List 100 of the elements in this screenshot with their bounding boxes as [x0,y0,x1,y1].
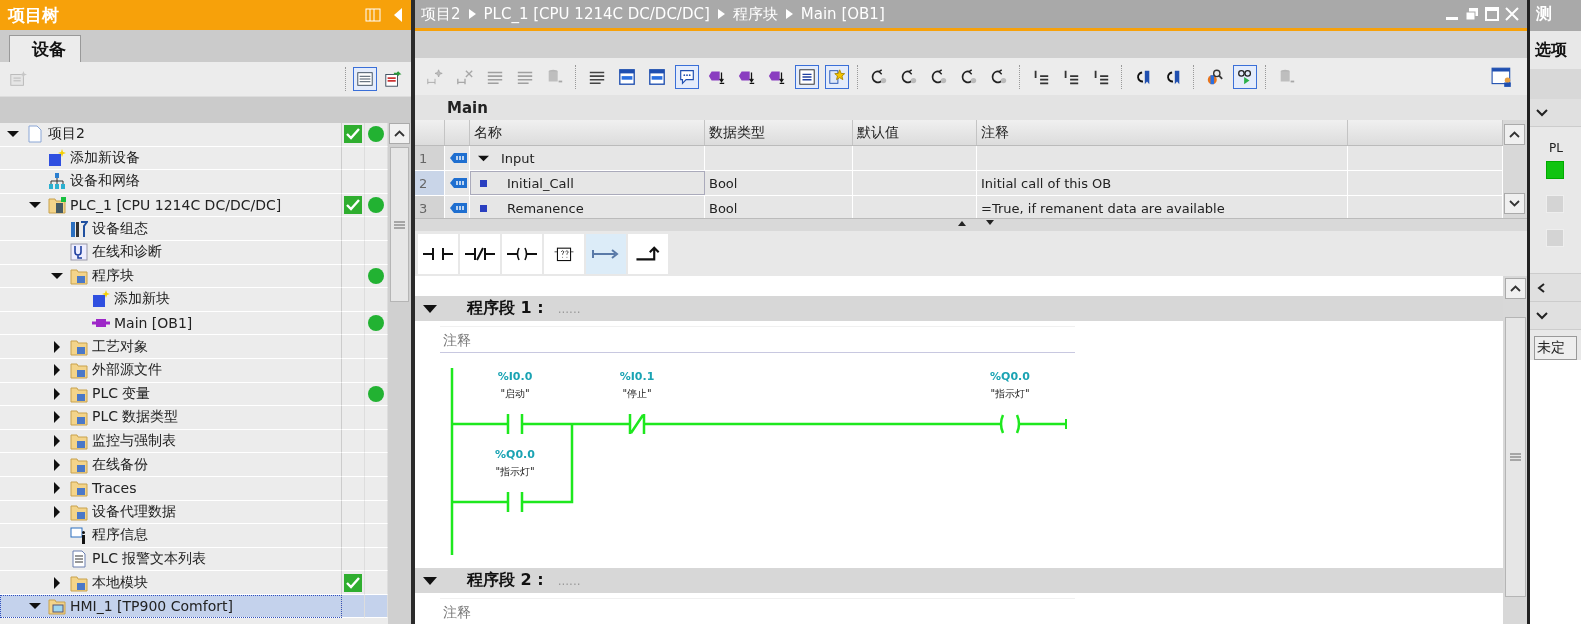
section-title: 选项 [1535,39,1567,61]
status-dot [368,385,384,402]
operand-tag: "指示灯" [990,388,1030,399]
dropdown-field[interactable]: 未定 [1534,336,1577,360]
tree-item[interactable]: 添加新块 [0,288,342,312]
panel-title: 项目树 [8,3,60,27]
toolbar-button[interactable] [675,64,699,89]
tree-item[interactable]: Main [OB1] [0,311,342,336]
network-header[interactable]: 程序段 1 : ...... [415,296,1503,321]
chevron-up-icon [1509,285,1521,292]
tree-item[interactable]: 程序块 [0,264,342,289]
toolbar-button[interactable] [1233,64,1257,89]
scroll-thumb[interactable] [1504,317,1526,597]
network-header[interactable]: 程序段 2 : ...... [415,568,1503,593]
tree-item[interactable]: 在线备份 [0,453,342,477]
scroll-thumb[interactable] [390,147,409,302]
chevron-down-icon[interactable] [1536,107,1548,118]
collapsed-triangle-icon[interactable] [51,482,63,495]
row-number[interactable]: 3 [415,196,445,220]
folder-icon [70,502,88,521]
collapsed-triangle-icon[interactable] [51,435,63,447]
column-header[interactable]: 注释 [977,120,1348,145]
tree-item[interactable]: 添加新设备 [0,146,342,171]
new-item-icon [92,290,110,309]
tree-item[interactable]: 设备代理数据 [0,500,342,525]
tree-item[interactable]: HMI_1 [TP900 Comfort] [0,594,342,619]
tree-item[interactable]: 工艺对象 [0,335,342,359]
collapsed-triangle-icon[interactable] [51,364,63,377]
folder-icon [70,361,88,380]
arrow-icon [930,67,948,86]
grip-icon [394,220,405,229]
arrow-icon [900,67,918,86]
page-icon [26,125,44,144]
info-icon [70,526,88,545]
tree-item[interactable]: 设备组态 [0,217,342,241]
status-dot [368,267,384,284]
toolbar-button[interactable] [795,64,819,89]
sparkle-icon [426,67,444,86]
column-header[interactable]: 名称 [470,120,705,145]
expanded-triangle-icon[interactable] [423,575,437,586]
triangle-down-icon[interactable] [983,219,997,227]
collapsed-triangle-icon[interactable] [51,458,63,471]
bullet-icon [480,179,487,187]
block-title: Main [447,98,488,117]
ladder-tool-button[interactable] [544,233,584,274]
tree-item[interactable]: Traces [0,476,342,501]
tab[interactable]: 设备 [9,35,81,62]
tree-item[interactable]: PLC_1 [CPU 1214C DC/DC/DC] [0,193,342,218]
operand-tag: "指示灯" [495,466,535,477]
tree-item[interactable]: 外部源文件 [0,358,342,383]
expanded-triangle-icon[interactable] [423,303,437,314]
row-number[interactable]: 2 [415,171,445,195]
chevron-down-icon [1509,200,1520,207]
collapsed-triangle-icon[interactable] [51,576,63,589]
tree-item[interactable]: 程序信息 [0,524,342,548]
folder-icon [70,384,88,403]
triangle-up-icon[interactable] [955,219,969,227]
tree-item[interactable]: 设备和网络 [0,170,342,194]
ladder-tool-button[interactable] [502,233,542,274]
tag-icon [449,176,469,190]
collapsed-triangle-icon[interactable] [51,411,63,424]
tree-item[interactable]: PLC 变量 [0,382,342,407]
collapsed-triangle-icon[interactable] [51,387,63,400]
scroll-up-button[interactable] [389,123,410,144]
network-name: ...... [557,573,581,588]
tag-icon [449,151,469,165]
comment-field[interactable]: 注释 [440,326,1075,353]
scroll-down-button[interactable] [1504,193,1525,214]
ladder-tool-button[interactable] [628,233,668,274]
tree-item[interactable]: PLC 报警文本列表 [0,547,342,572]
folder-device-icon [48,196,66,215]
column-header[interactable]: 默认值 [853,120,977,145]
tree-item[interactable]: 监控与强制表 [0,429,342,454]
field-label: PL [1548,140,1564,157]
closed-contact-icon [465,245,495,262]
folder-screen-icon [48,597,66,616]
chevron-down-icon[interactable] [1536,310,1548,321]
document-icon [70,550,88,568]
column-header[interactable]: 数据类型 [705,120,853,145]
export-icon [384,70,402,88]
collapsed-triangle-icon[interactable] [51,505,63,518]
star-icon [828,67,846,86]
tree-item[interactable]: 本地模块 [0,571,342,595]
row-number[interactable]: 1 [415,146,445,170]
separator-arrow-icon [785,9,793,19]
collapsed-triangle-icon[interactable] [51,340,63,353]
scroll-up-button[interactable] [1504,124,1525,145]
tree-item[interactable]: 项目2 [0,123,342,147]
panel-title: 测 [1536,3,1552,25]
scroll-up-button[interactable] [1504,278,1526,299]
tree-item[interactable]: 在线和诊断 [0,240,342,265]
comment-icon [678,67,696,86]
network-title: 程序段 1 : [467,298,544,319]
chevron-up-icon [394,130,405,137]
ladder-tool-button[interactable] [418,233,458,274]
operand-address: %I0.1 [619,370,655,383]
contact-icon [423,245,453,262]
ladder-tool-button[interactable] [460,233,500,274]
window-user-icon[interactable] [1491,65,1513,88]
tree-item[interactable]: PLC 数据类型 [0,406,342,430]
